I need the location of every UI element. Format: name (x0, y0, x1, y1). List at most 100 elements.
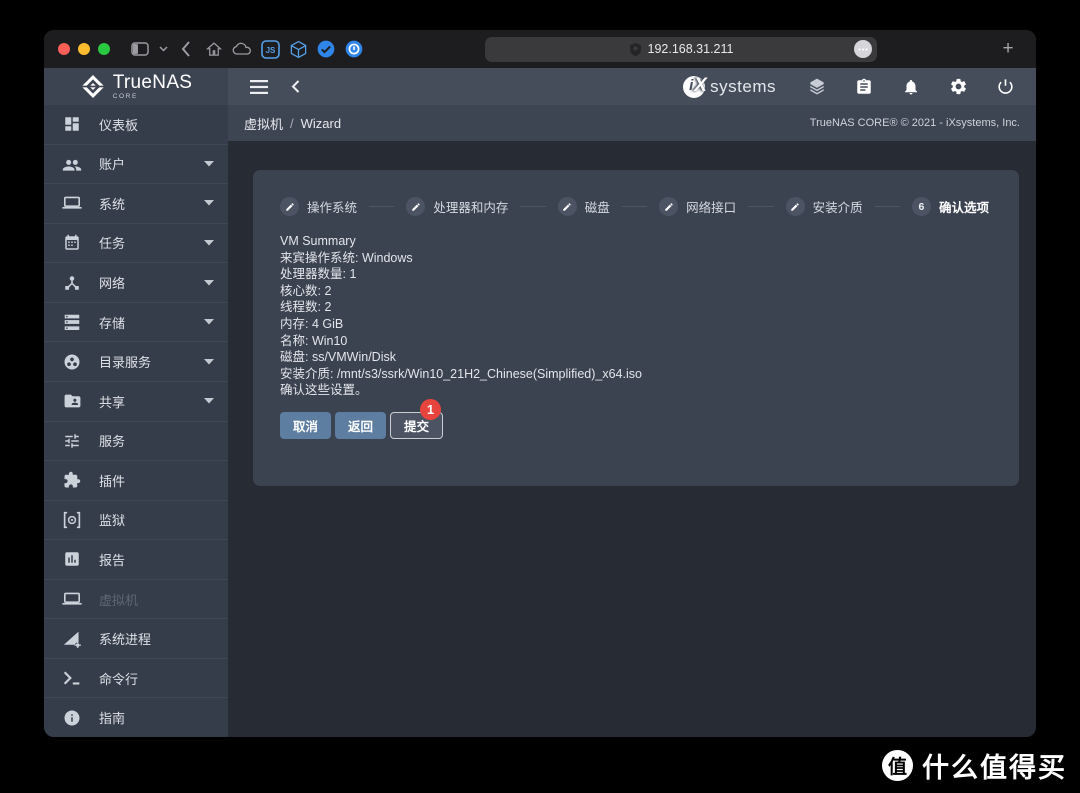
laptop-icon (62, 193, 82, 213)
tasks-clipboard-icon[interactable] (849, 72, 879, 102)
step-operating-system[interactable]: 操作系统 (280, 197, 357, 216)
more-options-icon[interactable] (854, 40, 872, 58)
edit-pencil-icon (406, 197, 426, 216)
step-disks[interactable]: 磁盘 (557, 197, 610, 216)
truecommand-icon[interactable] (802, 72, 832, 102)
address-bar[interactable]: 192.168.31.211 (485, 36, 877, 62)
folder-shared-icon (62, 391, 82, 411)
step-cpu-memory[interactable]: 处理器和内存 (406, 197, 508, 216)
jail-icon (62, 510, 82, 530)
js-badge-label: JS (265, 46, 275, 55)
app-header: TrueNAS CORE i X systems (44, 68, 1036, 105)
onepassword-extension-icon[interactable] (340, 36, 368, 62)
bar-chart-icon (62, 549, 82, 569)
wizard-card: 操作系统 处理器和内存 磁盘 网络接口 安装介质 6 确认选项 VM Summa… (253, 170, 1019, 486)
back-icon[interactable] (172, 36, 200, 62)
vm-summary: VM Summary 来宾操作系统: Windows 处理器数量: 1 核心数:… (280, 233, 989, 399)
menu-icon[interactable] (244, 72, 274, 102)
chevron-down-icon[interactable] (154, 36, 172, 62)
power-icon[interactable] (990, 72, 1020, 102)
sidebar-item-storage[interactable]: 存储 (44, 301, 228, 342)
close-button[interactable] (58, 43, 70, 55)
chevron-down-icon (204, 319, 214, 325)
vm-summary-line: 名称: Win10 (280, 333, 348, 348)
notifications-bell-icon[interactable] (896, 72, 926, 102)
new-tab-button[interactable]: + (994, 38, 1022, 60)
breadcrumb-bar: 虚拟机 / Wizard TrueNAS CORE® © 2021 - iXsy… (228, 105, 1036, 141)
puzzle-icon (62, 470, 82, 490)
home-icon[interactable] (200, 36, 228, 62)
ixsystems-logo: i X systems (683, 75, 776, 99)
sidebar-item-tasks[interactable]: 任务 (44, 222, 228, 263)
sidebar-toggle-icon[interactable] (126, 36, 154, 62)
laptop-icon (62, 589, 82, 609)
vm-summary-line: 安装介质: /mnt/s3/ssrk/Win10_21H2_Chinese(Si… (280, 366, 642, 381)
truenas-app: TrueNAS CORE i X systems 仪表板 账户 系统 任务 网络… (44, 68, 1036, 737)
breadcrumb: 虚拟机 / Wizard (244, 114, 341, 133)
sidebar-item-system-processes[interactable]: 系统进程 (44, 618, 228, 658)
group-work-icon (62, 352, 82, 372)
step-installation-media[interactable]: 安装介质 (785, 197, 863, 216)
breadcrumb-section[interactable]: 虚拟机 (244, 114, 283, 133)
edit-pencil-icon (785, 197, 805, 216)
traffic-lights (58, 43, 110, 55)
vm-summary-line: 线程数: 2 (280, 300, 332, 315)
sidebar-item-network[interactable]: 网络 (44, 262, 228, 302)
vm-summary-line: 确认这些设置。 (280, 383, 368, 398)
dashboard-icon (62, 114, 82, 134)
vm-summary-line: 处理器数量: 1 (280, 267, 357, 282)
chevron-down-icon (204, 160, 214, 167)
truenas-logo[interactable]: TrueNAS CORE (44, 68, 228, 105)
chevron-down-icon (204, 358, 214, 365)
sidebar-item-virtual-machines[interactable]: 虚拟机 (44, 578, 228, 619)
info-icon (62, 708, 82, 728)
chevron-down-icon (204, 279, 214, 286)
vm-summary-line: 来宾操作系统: Windows (280, 250, 413, 265)
sidebar-item-system[interactable]: 系统 (44, 183, 228, 223)
chevron-down-icon (204, 200, 214, 206)
sidebar-item-accounts[interactable]: 账户 (44, 143, 228, 184)
breadcrumb-page: Wizard (300, 115, 342, 131)
brand-name: TrueNAS (112, 71, 193, 93)
smzdm-brand-text: 什么值得买 (922, 753, 1067, 783)
step-network-interface[interactable]: 网络接口 (659, 197, 736, 216)
smzdm-logo-icon: 值 (882, 750, 913, 781)
sidebar-item-guide[interactable]: 指南 (44, 697, 228, 737)
back-button[interactable]: 返回 (335, 411, 387, 439)
vm-summary-line: 磁盘: ss/VMWin/Disk (280, 350, 396, 365)
wizard-buttons: 取消 返回 提交 1 (280, 398, 444, 439)
device-hub-icon (62, 273, 82, 293)
cube-extension-icon[interactable] (284, 36, 312, 62)
smzdm-watermark: 值 什么值得买 (882, 746, 1067, 785)
edit-pencil-icon (659, 197, 679, 216)
js-extension-icon[interactable]: JS (256, 36, 284, 62)
site-shield-icon (629, 42, 641, 56)
brand-edition: CORE (112, 92, 138, 100)
cancel-button[interactable]: 取消 (280, 411, 332, 439)
processes-icon (62, 629, 82, 649)
tune-icon (62, 431, 82, 451)
terminal-icon (62, 668, 82, 688)
sidebar-item-reporting[interactable]: 报告 (44, 539, 228, 579)
minimize-button[interactable] (78, 43, 90, 55)
sidebar-item-services[interactable]: 服务 (44, 420, 228, 461)
group-icon (62, 154, 82, 174)
cloud-icon[interactable] (228, 36, 256, 62)
sidebar-item-jails[interactable]: 监狱 (44, 499, 228, 540)
step-confirm-options[interactable]: 6 确认选项 (911, 197, 989, 216)
ixsystems-logo-mark: i X (683, 75, 710, 99)
sidebar-item-shell[interactable]: 命令行 (44, 657, 228, 698)
nav-back-icon[interactable] (280, 72, 310, 102)
content-area: 操作系统 处理器和内存 磁盘 网络接口 安装介质 6 确认选项 VM Summa… (228, 141, 1036, 737)
settings-gear-icon[interactable] (943, 72, 973, 102)
url-text: 192.168.31.211 (647, 42, 734, 56)
check-circle-extension-icon[interactable] (312, 36, 340, 62)
vm-summary-line: 核心数: 2 (280, 283, 332, 298)
sidebar-item-sharing[interactable]: 共享 (44, 380, 228, 421)
sidebar-item-dashboard[interactable]: 仪表板 (44, 105, 228, 144)
sidebar-item-directory-services[interactable]: 目录服务 (44, 341, 228, 381)
zoom-button[interactable] (98, 43, 110, 55)
sidebar: 仪表板 账户 系统 任务 网络 存储 目录服务 共享 服务 插件 监狱 报告 虚… (44, 105, 228, 737)
sidebar-item-plugins[interactable]: 插件 (44, 460, 228, 500)
vm-summary-line: 内存: 4 GiB (280, 316, 344, 331)
